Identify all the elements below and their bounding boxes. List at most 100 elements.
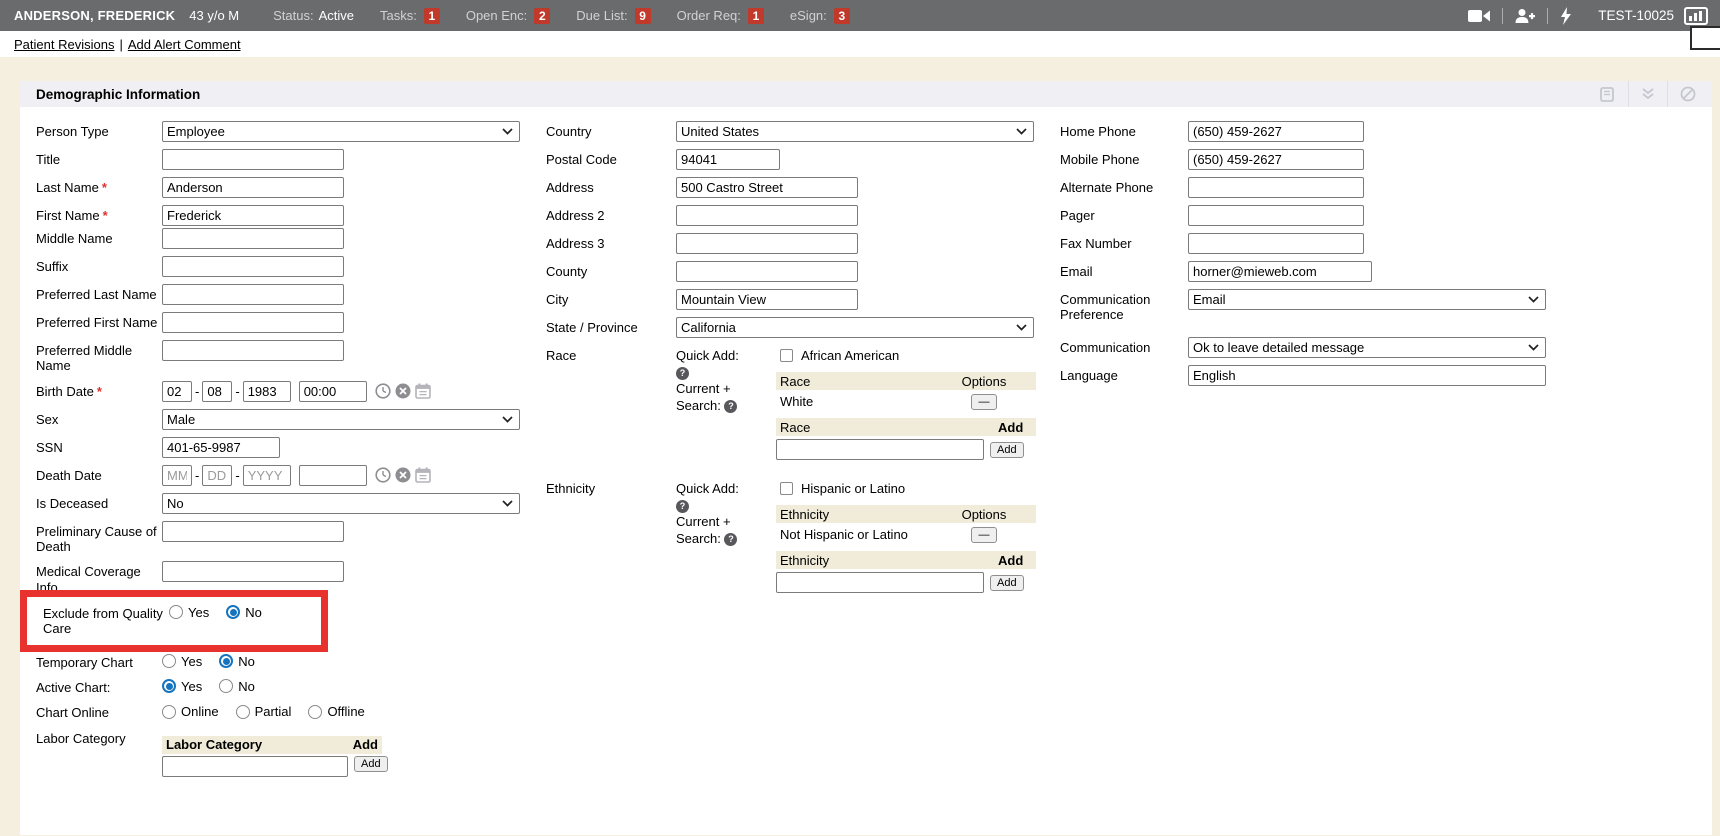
print-icon[interactable] [1586, 81, 1628, 107]
chart-online-offline-radio[interactable] [308, 705, 322, 719]
country-select[interactable]: United States [676, 121, 1034, 142]
lightning-icon[interactable] [1548, 7, 1584, 25]
calendar-icon[interactable] [415, 383, 431, 399]
help-icon[interactable]: ? [676, 500, 689, 513]
due-list-counter[interactable]: Due List: 9 [576, 8, 650, 24]
video-camera-icon[interactable] [1456, 9, 1502, 23]
title-input[interactable] [162, 149, 344, 170]
person-type-label: Person Type [36, 121, 162, 139]
alternate-phone-input[interactable] [1188, 177, 1364, 198]
preferred-middle-name-input[interactable] [162, 340, 344, 361]
ethnicity-add-button[interactable]: Add [990, 575, 1024, 591]
active-chart-yes-radio[interactable] [162, 679, 176, 693]
temporary-chart-no-radio[interactable] [219, 654, 233, 668]
patient-revisions-link[interactable]: Patient Revisions [14, 37, 114, 52]
add-person-icon[interactable] [1503, 8, 1547, 24]
add-alert-comment-link[interactable]: Add Alert Comment [128, 37, 241, 52]
person-type-select[interactable]: Employee [162, 121, 520, 142]
labor-category-add-button[interactable]: Add [354, 756, 388, 772]
death-month-input[interactable] [162, 465, 192, 486]
communication-preference-select[interactable]: Email [1188, 289, 1546, 310]
open-enc-badge[interactable]: 2 [534, 8, 550, 24]
city-input[interactable] [676, 289, 858, 310]
middle-name-input[interactable] [162, 228, 344, 249]
order-req-counter[interactable]: Order Req: 1 [677, 8, 764, 24]
sex-label: Sex [36, 409, 162, 427]
exclude-quality-yes-radio[interactable] [169, 605, 183, 619]
due-list-badge[interactable]: 9 [635, 8, 651, 24]
tasks-badge[interactable]: 1 [424, 8, 440, 24]
esign-badge[interactable]: 3 [834, 8, 850, 24]
order-req-badge[interactable]: 1 [748, 8, 764, 24]
clear-date-icon[interactable] [395, 467, 411, 483]
medical-coverage-info-input[interactable] [162, 561, 344, 582]
esign-counter[interactable]: eSign: 3 [790, 8, 850, 24]
race-remove-button[interactable]: — [971, 394, 997, 410]
mobile-phone-input[interactable] [1188, 149, 1364, 170]
chevron-down-icon [1528, 344, 1539, 351]
help-icon[interactable]: ? [676, 367, 689, 380]
open-enc-counter[interactable]: Open Enc: 2 [466, 8, 550, 24]
ethnicity-options-column-header: Options [936, 507, 1032, 522]
is-deceased-select[interactable]: No [162, 493, 520, 514]
birth-day-input[interactable] [202, 381, 232, 402]
race-add-button[interactable]: Add [990, 442, 1024, 458]
pager-input[interactable] [1188, 205, 1364, 226]
help-icon[interactable]: ? [724, 400, 737, 413]
address-input[interactable] [676, 177, 858, 198]
pager-label: Pager [1060, 205, 1188, 223]
death-time-input[interactable] [299, 465, 367, 486]
birth-time-input[interactable] [299, 381, 367, 402]
last-name-input[interactable] [162, 177, 344, 198]
sex-select[interactable]: Male [162, 409, 520, 430]
preferred-first-name-input[interactable] [162, 312, 344, 333]
home-phone-input[interactable] [1188, 121, 1364, 142]
system-id: TEST-10025 [1598, 8, 1674, 23]
chart-online-online-radio[interactable] [162, 705, 176, 719]
exclude-quality-no-radio[interactable] [226, 605, 240, 619]
clear-date-icon[interactable] [395, 383, 411, 399]
death-year-input[interactable] [243, 465, 291, 486]
birth-month-input[interactable] [162, 381, 192, 402]
clock-icon[interactable] [375, 383, 391, 399]
fax-number-input[interactable] [1188, 233, 1364, 254]
chevron-down-icon [502, 416, 513, 423]
county-input[interactable] [676, 261, 858, 282]
ethnicity-hispanic-checkbox[interactable] [780, 482, 793, 495]
address3-input[interactable] [676, 233, 858, 254]
disable-icon[interactable] [1667, 81, 1708, 107]
ssn-input[interactable] [162, 437, 280, 458]
race-quick-option-label: African American [801, 348, 899, 363]
collapse-icon[interactable] [1628, 81, 1667, 107]
race-add-input[interactable] [776, 439, 984, 460]
email-input[interactable] [1188, 261, 1372, 282]
ethnicity-remove-button[interactable]: — [971, 527, 997, 543]
tasks-counter[interactable]: Tasks: 1 [380, 8, 440, 24]
address3-label: Address 3 [546, 233, 676, 251]
death-day-input[interactable] [202, 465, 232, 486]
birth-year-input[interactable] [243, 381, 291, 402]
race-african-american-checkbox[interactable] [780, 349, 793, 362]
temporary-chart-yes-radio[interactable] [162, 654, 176, 668]
address2-input[interactable] [676, 205, 858, 226]
preferred-last-name-input[interactable] [162, 284, 344, 305]
postal-code-input[interactable] [676, 149, 780, 170]
communication-select[interactable]: Ok to leave detailed message [1188, 337, 1546, 358]
labor-category-input[interactable] [162, 756, 348, 777]
chart-online-partial-radio[interactable] [236, 705, 250, 719]
clock-icon[interactable] [375, 467, 391, 483]
active-chart-no-radio[interactable] [219, 679, 233, 693]
ethnicity-add-input[interactable] [776, 572, 984, 593]
death-date-label: Death Date [36, 465, 162, 483]
birth-date-label: Birth Date* [36, 381, 162, 399]
language-input[interactable] [1188, 365, 1546, 386]
preliminary-cause-of-death-label: Preliminary Cause of Death [36, 521, 162, 555]
help-icon[interactable]: ? [724, 533, 737, 546]
first-name-input[interactable] [162, 205, 344, 226]
preliminary-cause-of-death-input[interactable] [162, 521, 344, 542]
state-province-select[interactable]: California [676, 317, 1034, 338]
labor-category-table: Labor Category Add Add [162, 736, 382, 777]
bar-chart-icon[interactable] [1684, 7, 1710, 25]
suffix-input[interactable] [162, 256, 344, 277]
calendar-icon[interactable] [415, 467, 431, 483]
